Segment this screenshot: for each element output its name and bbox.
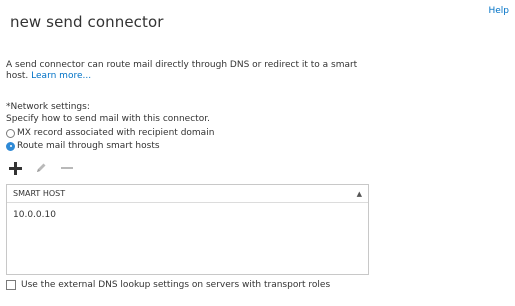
smart-host-value: 10.0.0.10 bbox=[13, 210, 56, 220]
send-connector-page: Help new send connector A send connector… bbox=[0, 0, 515, 306]
smart-host-grid: SMART HOST ▲ 10.0.0.10 bbox=[6, 184, 369, 275]
smart-host-column-header[interactable]: SMART HOST ▲ bbox=[7, 185, 368, 203]
radio-button-mx[interactable] bbox=[6, 128, 15, 138]
dns-lookup-option[interactable]: Use the external DNS lookup settings on … bbox=[6, 280, 330, 290]
description-text: A send connector can route mail directly… bbox=[6, 60, 376, 82]
column-header-label: SMART HOST bbox=[13, 189, 66, 198]
sort-ascending-icon: ▲ bbox=[356, 189, 362, 198]
network-settings-label: *Network settings: bbox=[6, 102, 90, 112]
remove-icon[interactable] bbox=[60, 161, 74, 175]
radio-smart-hosts[interactable]: Route mail through smart hosts bbox=[6, 140, 160, 152]
dns-lookup-checkbox[interactable] bbox=[6, 280, 16, 290]
page-title: new send connector bbox=[10, 13, 164, 31]
radio-smart-hosts-label: Route mail through smart hosts bbox=[17, 141, 160, 151]
help-link[interactable]: Help bbox=[488, 6, 509, 16]
radio-mx-label: MX record associated with recipient doma… bbox=[17, 128, 215, 138]
radio-button-smart-hosts[interactable] bbox=[6, 141, 15, 151]
network-settings-help: Specify how to send mail with this conne… bbox=[6, 114, 210, 124]
table-row[interactable]: 10.0.0.10 bbox=[7, 203, 368, 227]
smart-host-toolbar bbox=[8, 160, 86, 176]
edit-icon[interactable] bbox=[34, 161, 48, 175]
learn-more-link[interactable]: Learn more... bbox=[31, 71, 91, 81]
add-icon[interactable] bbox=[8, 161, 22, 175]
radio-mx-record[interactable]: MX record associated with recipient doma… bbox=[6, 127, 214, 139]
dns-lookup-label: Use the external DNS lookup settings on … bbox=[21, 280, 331, 290]
